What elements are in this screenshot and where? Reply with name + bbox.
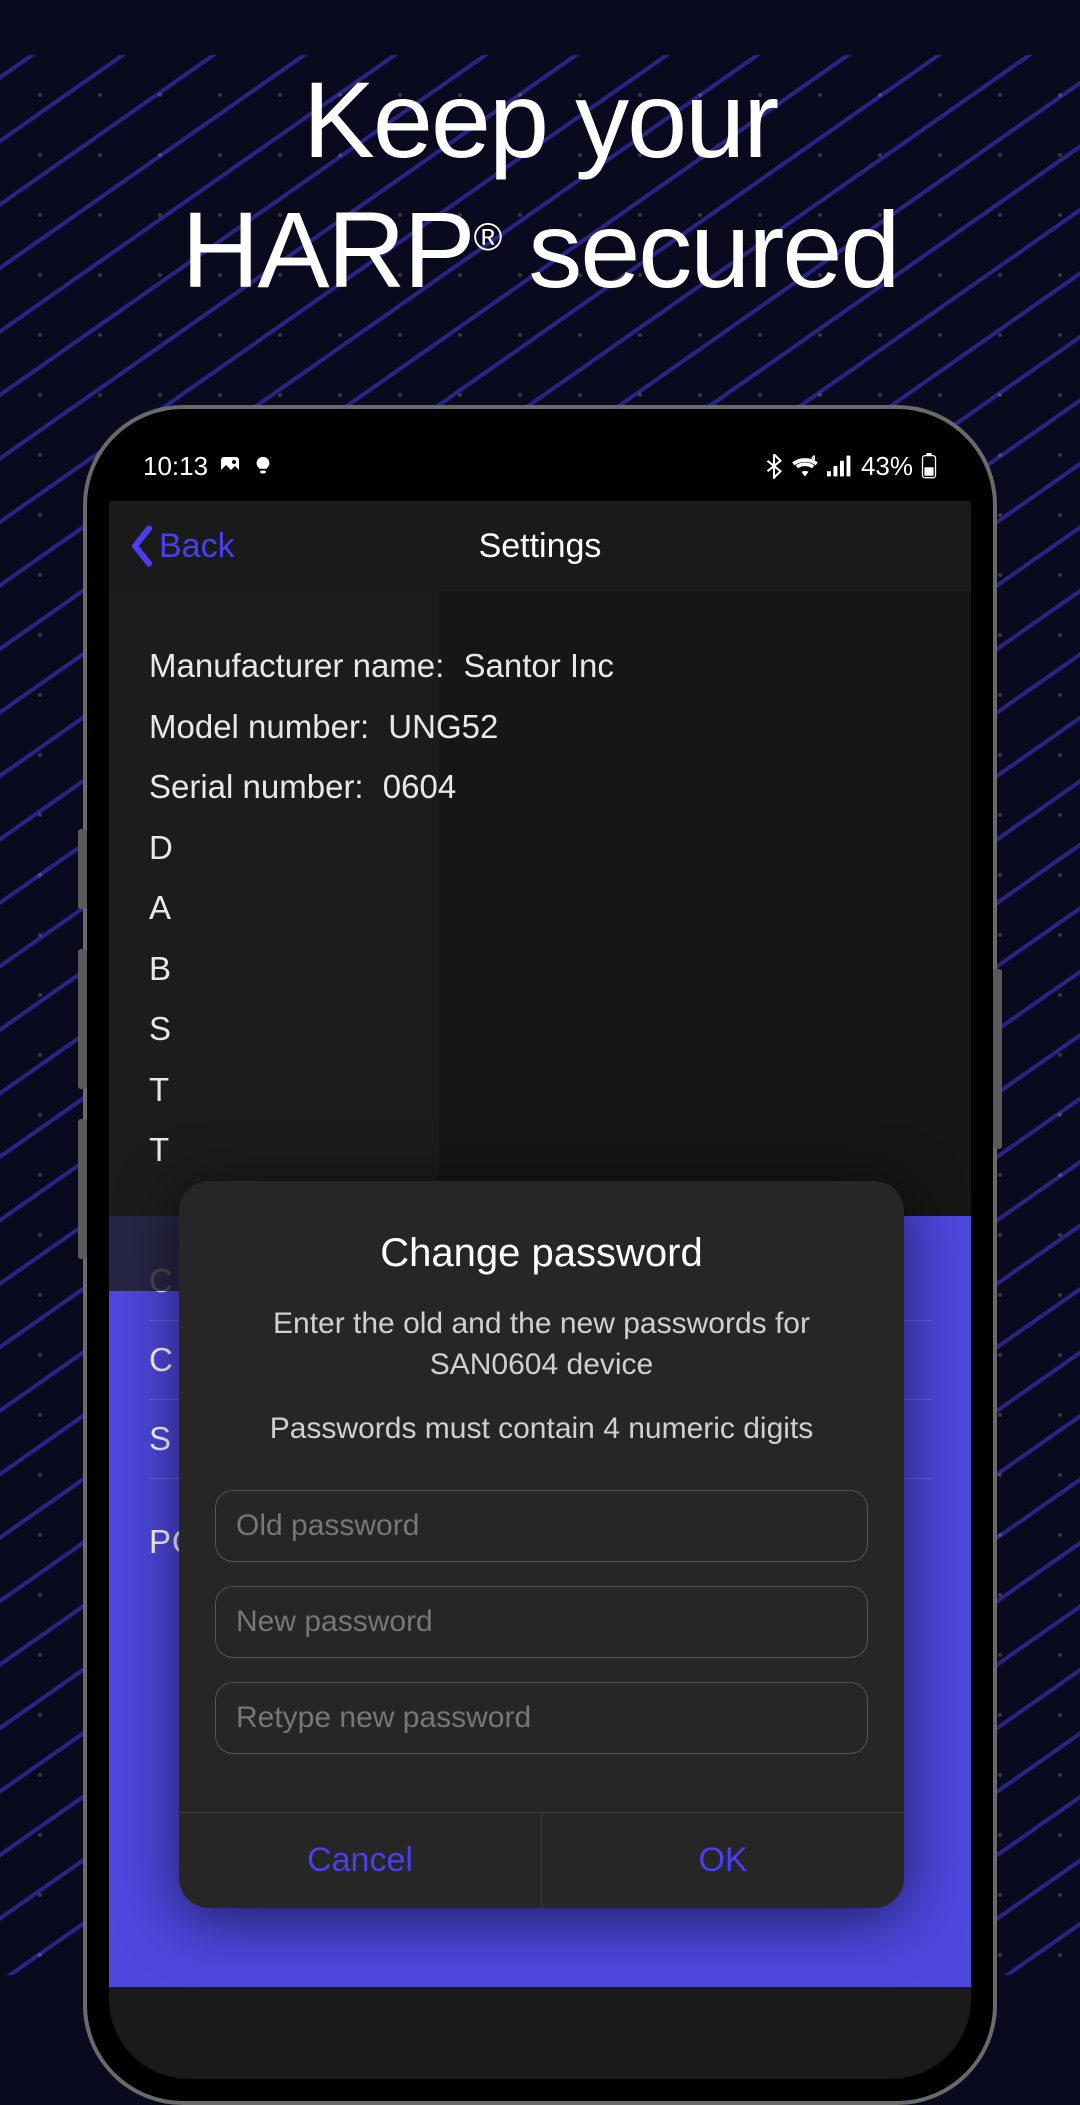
dialog-instruction-2: Passwords must contain 4 numeric digits <box>215 1409 868 1450</box>
change-password-dialog: Change password Enter the old and the ne… <box>179 1181 904 1908</box>
back-label: Back <box>159 527 235 566</box>
promo-headline: Keep your HARP® secured <box>0 55 1080 314</box>
image-icon <box>218 454 242 478</box>
serial-value: 0604 <box>383 768 456 805</box>
registered-mark: ® <box>474 216 501 259</box>
info-row-obscured: B <box>149 944 931 994</box>
model-value: UNG52 <box>388 708 498 745</box>
battery-percent: 43% <box>861 451 913 482</box>
bluetooth-icon <box>765 453 783 479</box>
chevron-left-icon <box>129 525 155 567</box>
phone-frame: 10:13 43% <box>83 405 997 2105</box>
info-serial: Serial number: 0604 <box>149 762 931 812</box>
phone-side-button <box>993 969 1002 1149</box>
status-time: 10:13 <box>143 451 208 482</box>
retype-password-input[interactable] <box>215 1682 868 1754</box>
bulb-icon <box>252 455 274 477</box>
headline-line1: Keep your <box>303 59 777 180</box>
old-password-input[interactable] <box>215 1490 868 1562</box>
page-title: Settings <box>109 527 971 566</box>
headline-line2b: secured <box>500 189 898 310</box>
status-bar: 10:13 43% <box>109 431 971 501</box>
dialog-inputs <box>215 1490 868 1754</box>
serial-label: Serial number: <box>149 768 364 805</box>
info-row-obscured: A <box>149 883 931 933</box>
phone-screen: 10:13 43% <box>109 431 971 2079</box>
battery-icon <box>921 453 937 479</box>
info-manufacturer: Manufacturer name: Santor Inc <box>149 641 931 691</box>
manufacturer-label: Manufacturer name: <box>149 647 444 684</box>
model-label: Model number: <box>149 708 369 745</box>
signal-icon <box>827 455 853 477</box>
status-right: 43% <box>765 451 937 482</box>
phone-side-button <box>78 1119 87 1259</box>
dialog-title: Change password <box>215 1231 868 1276</box>
status-left: 10:13 <box>143 451 274 482</box>
phone-side-button <box>78 829 87 909</box>
info-row-obscured: T <box>149 1125 931 1175</box>
wifi-icon <box>791 455 819 477</box>
phone-side-button <box>78 949 87 1089</box>
ok-button[interactable]: OK <box>541 1813 904 1908</box>
info-model: Model number: UNG52 <box>149 702 931 752</box>
info-row-obscured: T <box>149 1065 931 1115</box>
manufacturer-value: Santor Inc <box>463 647 613 684</box>
nav-bar: Back Settings <box>109 501 971 591</box>
back-button[interactable]: Back <box>129 525 235 567</box>
settings-content: Manufacturer name: Santor Inc Model numb… <box>109 591 971 1216</box>
info-row-obscured: D <box>149 823 931 873</box>
info-row-obscured: S <box>149 1004 931 1054</box>
dialog-actions: Cancel OK <box>179 1812 904 1908</box>
headline-line2a: HARP <box>182 189 474 310</box>
cancel-button[interactable]: Cancel <box>179 1813 541 1908</box>
new-password-input[interactable] <box>215 1586 868 1658</box>
dialog-body: Change password Enter the old and the ne… <box>179 1181 904 1812</box>
dialog-instruction-1: Enter the old and the new passwords for … <box>215 1304 868 1385</box>
